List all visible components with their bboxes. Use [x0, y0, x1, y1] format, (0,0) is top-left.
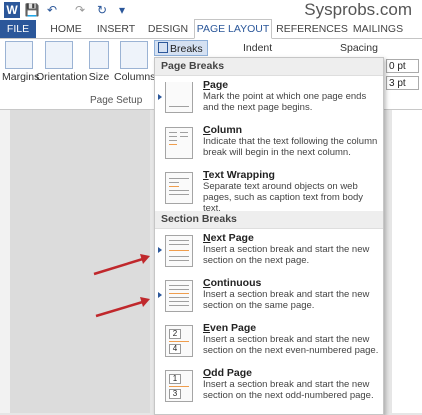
- breaks-button[interactable]: Breaks ▾: [154, 40, 208, 71]
- menu-item-odd-page[interactable]: 1 3 Odd Page Insert a section break and …: [155, 364, 383, 409]
- selection-marker-icon: [158, 247, 162, 253]
- menu-item-continuous[interactable]: Continuous Insert a section break and st…: [155, 274, 383, 319]
- margins-label: Margins: [2, 71, 40, 83]
- column-break-icon: [165, 127, 193, 159]
- menu-item-even-page-desc: Insert a section break and start the new…: [203, 334, 379, 356]
- breaks-icon: [158, 42, 168, 53]
- spacing-label: Spacing: [340, 42, 378, 54]
- menu-item-column-title: olumn: [210, 124, 243, 136]
- orientation-label: Orientation: [36, 71, 88, 83]
- margins-icon: [5, 41, 33, 69]
- page-breaks-header: Page Breaks: [155, 58, 383, 76]
- page-setup-group-label: Page Setup: [90, 95, 143, 106]
- document-page: [392, 110, 422, 413]
- redo-icon[interactable]: ↷: [72, 2, 88, 18]
- refresh-icon[interactable]: ↻: [94, 2, 110, 18]
- save-icon[interactable]: 💾: [24, 2, 40, 18]
- menu-item-continuous-desc: Insert a section break and start the new…: [203, 289, 370, 311]
- menu-item-odd-page-title: dd Page: [211, 367, 253, 379]
- menu-item-next-page[interactable]: Next Page Insert a section break and sta…: [155, 229, 383, 274]
- indent-label: Indent: [243, 42, 273, 54]
- menu-item-continuous-title: ontinuous: [210, 277, 262, 289]
- menu-item-column-key: C: [203, 124, 211, 136]
- columns-button[interactable]: Columns: [114, 41, 156, 83]
- menu-item-next-page-desc: Insert a section break and start the new…: [203, 244, 370, 266]
- menu-item-even-page-title: ven Page: [210, 322, 257, 334]
- columns-label: Columns: [114, 71, 156, 83]
- tab-references[interactable]: REFERENCES: [276, 20, 348, 38]
- menu-item-text-wrapping-desc: Separate text around objects on web page…: [203, 181, 364, 214]
- size-button[interactable]: Size: [86, 41, 112, 83]
- menu-item-column[interactable]: Column Indicate that the text following …: [155, 121, 383, 166]
- margins-button[interactable]: Margins: [2, 41, 40, 83]
- ribbon-tabs: FILE HOME INSERT DESIGN PAGE LAYOUT REFE…: [0, 19, 422, 39]
- menu-item-text-wrapping[interactable]: Text Wrapping Separate text around objec…: [155, 166, 383, 214]
- customize-icon[interactable]: ▾: [114, 2, 130, 18]
- selection-marker-icon: [158, 94, 162, 100]
- tab-mailings[interactable]: MAILINGS: [350, 20, 406, 38]
- menu-item-next-page-title: ext Page: [210, 232, 254, 244]
- size-label: Size: [88, 71, 110, 83]
- menu-item-odd-page-desc: Insert a section break and start the new…: [203, 379, 374, 401]
- tab-insert[interactable]: INSERT: [92, 20, 140, 38]
- menu-item-next-page-key: N: [203, 232, 211, 244]
- menu-item-page-desc: Mark the point at which one page ends an…: [203, 91, 367, 113]
- annotation-arrow-continuous: [95, 297, 150, 318]
- columns-icon: [120, 41, 148, 69]
- spacing-before-field[interactable]: 0 pt: [386, 59, 419, 73]
- menu-item-page[interactable]: Page Mark the point at which one page en…: [155, 76, 383, 121]
- continuous-icon: [165, 280, 193, 312]
- page-break-icon: [165, 82, 193, 113]
- undo-icon[interactable]: ↶: [44, 2, 60, 18]
- menu-item-continuous-key: C: [203, 277, 211, 289]
- menu-item-page-title: age: [210, 79, 229, 91]
- tab-file[interactable]: FILE: [0, 20, 36, 38]
- menu-item-even-page[interactable]: 2 4 Even Page Insert a section break and…: [155, 319, 383, 364]
- spacing-after-field[interactable]: 3 pt: [386, 76, 419, 90]
- tab-design[interactable]: DESIGN: [144, 20, 192, 38]
- breaks-label: Breaks: [170, 43, 203, 55]
- text-wrapping-icon: [165, 172, 193, 204]
- title-bar: W 💾 ↶ ↷ ↻ ▾ Sysprobs.com: [0, 0, 422, 20]
- next-page-icon: [165, 235, 193, 267]
- orientation-icon: [45, 41, 73, 69]
- menu-item-odd-page-key: O: [203, 367, 212, 379]
- menu-item-column-desc: Indicate that the text following the col…: [203, 136, 378, 158]
- tab-home[interactable]: HOME: [44, 20, 88, 38]
- menu-item-page-key: P: [203, 79, 211, 91]
- annotation-arrow-next-page: [93, 254, 150, 276]
- odd-page-icon: 1 3: [165, 370, 193, 402]
- breaks-menu: Page Breaks Page Mark the point at which…: [154, 57, 384, 415]
- tab-page-layout[interactable]: PAGE LAYOUT: [194, 19, 272, 39]
- menu-item-text-wrapping-title: ext Wrapping: [208, 169, 275, 181]
- orientation-button[interactable]: Orientation: [36, 41, 88, 83]
- watermark: Sysprobs.com: [304, 0, 412, 19]
- menu-item-even-page-key: E: [203, 322, 211, 334]
- word-icon[interactable]: W: [4, 2, 20, 18]
- size-icon: [89, 41, 109, 69]
- even-page-icon: 2 4: [165, 325, 193, 357]
- selection-marker-icon: [158, 292, 162, 298]
